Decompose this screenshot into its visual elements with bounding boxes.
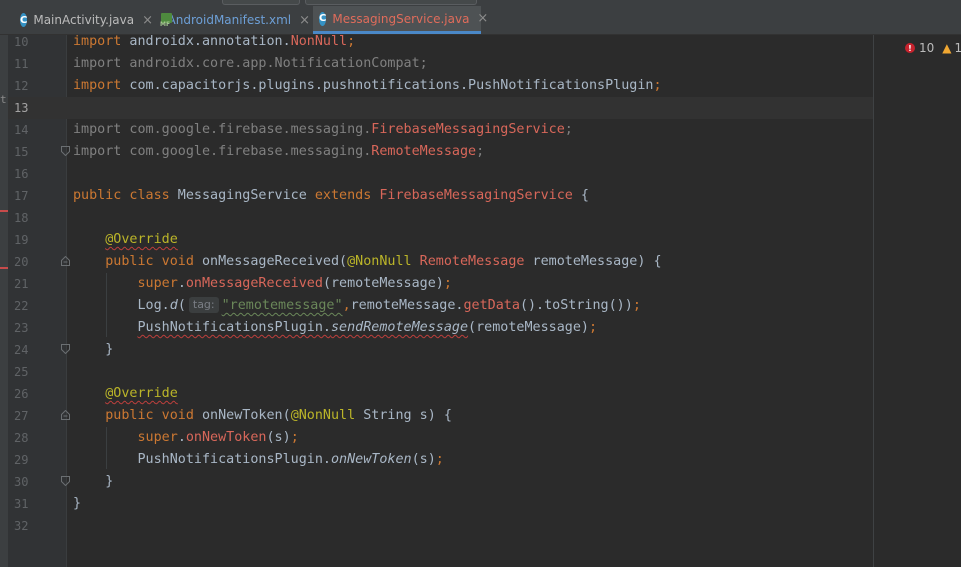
line-number: 14 <box>14 123 29 137</box>
line-number: 20 <box>14 255 29 269</box>
code-line-28: super.onNewToken(s); <box>137 430 299 445</box>
line-number: 31 <box>14 497 29 511</box>
manifest-xml-icon: MF <box>160 13 172 28</box>
tab-main-activity[interactable]: C MainActivity.java × <box>14 6 153 34</box>
code-line-31: } <box>73 496 82 511</box>
toolbar-dropdown-stub[interactable] <box>305 0 477 5</box>
line-number: 27 <box>14 409 29 423</box>
project-tool-strip[interactable]: t <box>0 35 8 567</box>
strip-glyph: t <box>0 93 7 106</box>
fold-end-icon[interactable] <box>61 146 70 156</box>
code-line-11: import androidx.core.app.NotificationCom… <box>73 56 428 71</box>
code-line-27: public void onNewToken(@NonNull String s… <box>105 408 452 423</box>
code-line-20: public void onMessageReceived(@NonNull R… <box>105 254 662 269</box>
line-number: 30 <box>14 475 29 489</box>
fold-end-icon[interactable] <box>61 476 70 486</box>
code-line-23: PushNotificationsPlugin.sendRemoteMessag… <box>137 320 598 335</box>
code-line-22: Log.d(tag: "remotemessage",remoteMessage.… <box>137 297 641 313</box>
fold-start-icon[interactable] <box>61 410 70 420</box>
error-count: 10 <box>919 41 935 55</box>
java-class-icon: C <box>20 13 28 27</box>
code-line-15: import com.google.firebase.messaging.Rem… <box>73 144 485 159</box>
java-class-icon: C <box>319 11 327 26</box>
tab-label: MainActivity.java <box>33 13 135 27</box>
code-line-14: import com.google.firebase.messaging.Fir… <box>73 122 573 137</box>
tab-label: AndroidManifest.xml <box>167 13 292 27</box>
code-line-17: public class MessagingService extends Fi… <box>73 188 589 203</box>
line-number: 25 <box>14 365 29 379</box>
line-number: 11 <box>14 57 29 71</box>
code-line-29: PushNotificationsPlugin.onNewToken(s); <box>137 452 444 467</box>
code-line-12: import com.capacitorjs.plugins.pushnotif… <box>73 78 662 93</box>
line-number: 22 <box>14 299 29 313</box>
tab-label: MessagingService.java <box>332 11 470 26</box>
tab-messaging-service[interactable]: C MessagingService.java × <box>313 6 488 34</box>
close-icon[interactable]: × <box>299 13 310 28</box>
warning-count: 1 <box>954 41 961 55</box>
close-icon[interactable]: × <box>477 11 488 26</box>
line-number: 10 <box>14 35 29 49</box>
current-line-highlight <box>8 97 873 119</box>
code-line-30: } <box>105 474 114 489</box>
line-number: 26 <box>14 387 29 401</box>
line-number: 32 <box>14 519 29 533</box>
line-number: 12 <box>14 79 29 93</box>
line-number: 28 <box>14 431 29 445</box>
fold-end-icon[interactable] <box>61 344 70 354</box>
line-number: 29 <box>14 453 29 467</box>
error-icon: ! <box>905 43 915 53</box>
code-line-26: @Override <box>105 386 178 401</box>
line-number: 17 <box>14 189 29 203</box>
warning-icon: ▲ <box>942 41 952 55</box>
code-line-21: super.onMessageReceived(remoteMessage); <box>137 276 452 291</box>
error-marker <box>0 267 8 269</box>
fold-start-icon[interactable] <box>61 256 70 266</box>
line-number: 19 <box>14 233 29 247</box>
code-line-19: @Override <box>105 232 178 247</box>
error-marker <box>0 210 8 212</box>
inspection-widget[interactable]: ! 10 ▲ 1 <box>905 40 961 56</box>
right-margin-guide <box>873 35 874 567</box>
parameter-hint: tag: <box>188 297 219 313</box>
tab-android-manifest[interactable]: MF AndroidManifest.xml × <box>154 6 310 34</box>
code-line-10: import androidx.annotation.NonNull; <box>73 34 356 49</box>
code-line-24: } <box>105 342 114 357</box>
line-number: 24 <box>14 343 29 357</box>
line-number: 16 <box>14 167 29 181</box>
line-number: 23 <box>14 321 29 335</box>
line-number: 21 <box>14 277 29 291</box>
toolbar-dropdown-stub[interactable] <box>222 0 300 5</box>
line-number: 15 <box>14 145 29 159</box>
close-icon[interactable]: × <box>142 13 153 28</box>
line-number: 18 <box>14 211 29 225</box>
line-number: 13 <box>14 101 29 115</box>
